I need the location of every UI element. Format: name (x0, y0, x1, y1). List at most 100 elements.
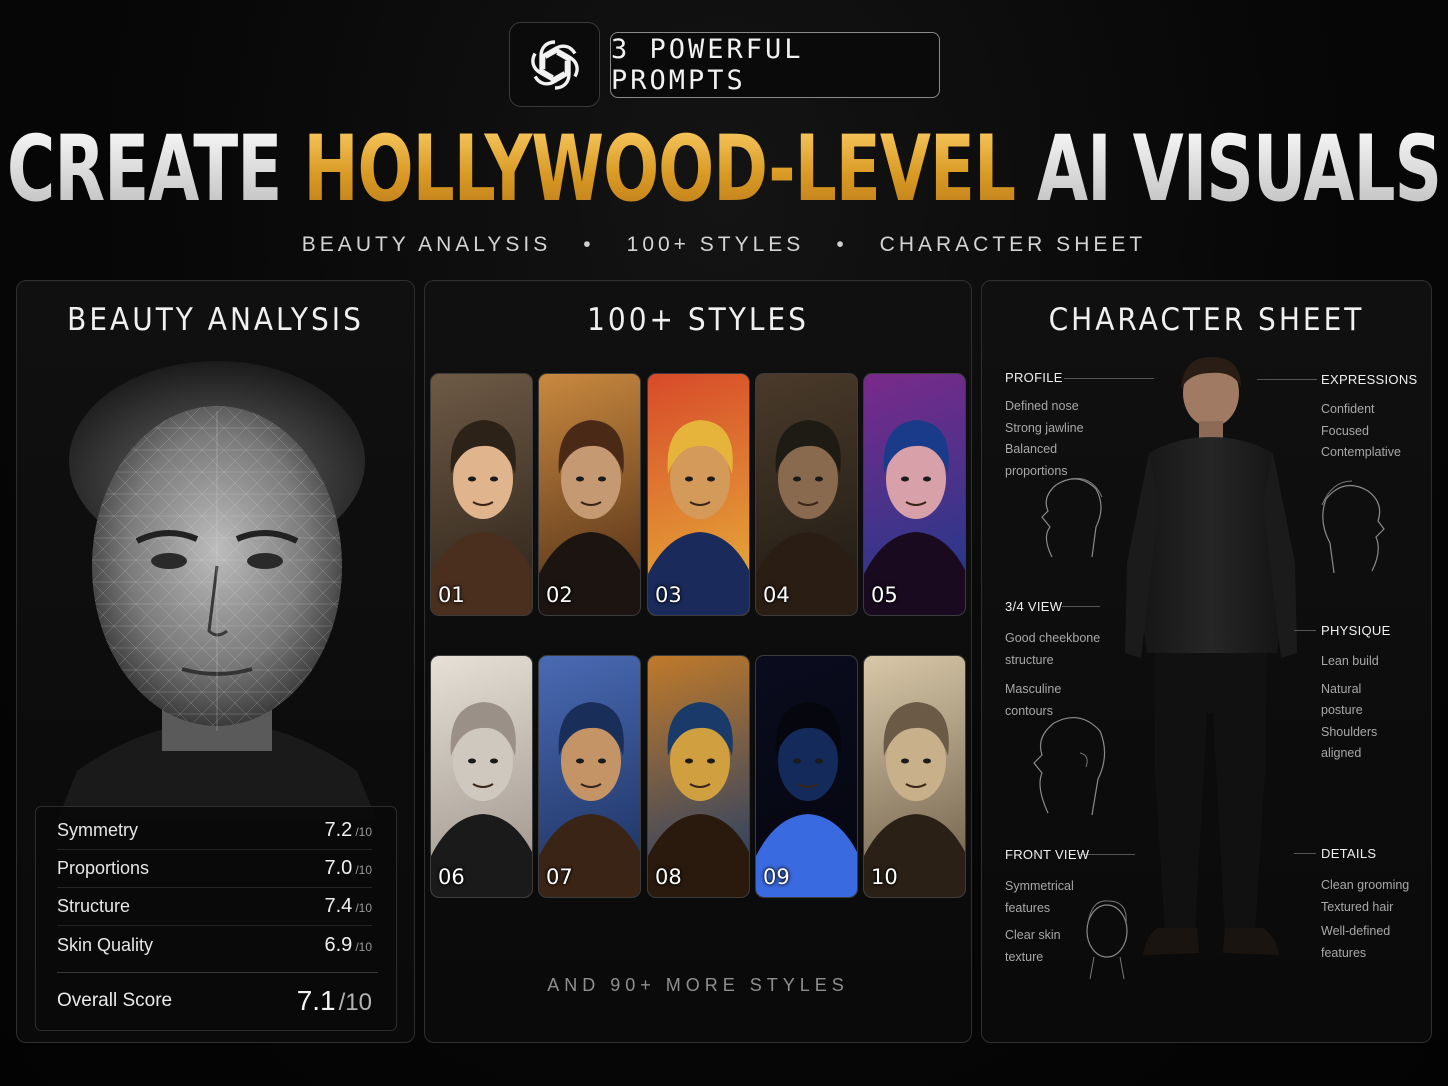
subtitle: BEAUTY ANALYSIS • 100+ STYLES • CHARACTER SH… (0, 233, 1448, 257)
score-value: 7.0 (324, 857, 353, 879)
profile-label: PROFILE (1005, 370, 1063, 385)
style-number: 08 (655, 865, 682, 889)
profile-notes: Defined nose Strong jawline Balanced pro… (1005, 396, 1084, 482)
expressions-label: EXPRESSIONS (1321, 372, 1418, 387)
connector-line (1064, 378, 1154, 379)
overall-max: /10 (338, 989, 372, 1016)
style-portrait (431, 702, 532, 897)
style-card-04[interactable]: 04 (755, 373, 858, 616)
details-label: DETAILS (1321, 846, 1377, 861)
physique-notes: Lean build Natural posture Shoulders ali… (1321, 651, 1379, 765)
score-max: /10 (355, 863, 372, 877)
style-number: 10 (871, 865, 898, 889)
score-max: /10 (355, 939, 372, 954)
physique-label: PHYSIQUE (1321, 623, 1391, 638)
score-label: Structure (57, 896, 131, 916)
note-line: Contemplative (1321, 445, 1401, 459)
score-label: Symmetry (57, 820, 138, 840)
note-line: structure (1005, 652, 1054, 667)
style-portrait (756, 702, 857, 897)
connector-line (1294, 853, 1316, 854)
note-line: Focused (1321, 423, 1369, 438)
openai-logo-icon (525, 39, 584, 90)
score-row-proportions: Proportions 7.0/10 (57, 850, 372, 888)
panel-title: CHARACTER SHEET (1048, 301, 1365, 338)
style-portrait (756, 420, 857, 615)
title-part-hollywood: HOLLYWOOD-LEVEL (303, 116, 1016, 223)
score-row-skin-quality: Skin Quality 6.9/10 (57, 926, 372, 964)
subtitle-item: CHARACTER SHEET (879, 233, 1147, 256)
note-line: Clean grooming (1321, 878, 1410, 892)
title-part-visuals: AI VISUALS (1037, 116, 1442, 223)
style-portrait (539, 702, 640, 897)
score-label: Skin Quality (57, 934, 154, 955)
overall-score-row: Overall Score 7.1/10 (57, 985, 372, 1017)
style-portrait (648, 702, 749, 897)
style-card-09[interactable]: 09 (755, 655, 858, 898)
note-line: Clear skin (1005, 928, 1061, 942)
expression-sketch (1321, 480, 1385, 574)
note-line: texture (1005, 949, 1044, 964)
score-row-structure: Structure 7.4/10 (57, 888, 372, 926)
score-value: 7.2 (324, 819, 353, 841)
note-line: proportions (1005, 463, 1068, 478)
note-line: Textured hair (1321, 899, 1394, 914)
note-line: Strong jawline (1005, 420, 1084, 435)
note-line: Lean build (1321, 654, 1379, 668)
connector-line (1257, 379, 1317, 380)
style-number: 04 (763, 583, 790, 607)
style-card-01[interactable]: 01 (430, 373, 533, 616)
style-number: 07 (546, 865, 573, 889)
style-portrait (431, 420, 532, 615)
style-portrait (864, 702, 965, 897)
score-row-symmetry: Symmetry 7.2/10 (57, 812, 372, 850)
more-styles-caption: AND 90+ MORE STYLES (547, 975, 849, 995)
subtitle-item: 100+ STYLES (626, 233, 805, 256)
score-value: 7.4 (324, 895, 353, 917)
score-label: Proportions (57, 858, 150, 878)
style-number: 05 (871, 583, 898, 607)
expressions-notes: Confident Focused Contemplative (1321, 399, 1401, 464)
panel-title: BEAUTY ANALYSIS (67, 301, 364, 338)
character-sheet-panel: CHARACTER SHEET PROFILE Defined nose Str… (981, 280, 1432, 1043)
style-number: 01 (438, 583, 465, 607)
note-line: Natural (1321, 681, 1362, 696)
note-line: aligned (1321, 746, 1362, 760)
front-view-label: FRONT VIEW (1005, 847, 1090, 862)
style-portrait (648, 420, 749, 615)
connector-line (1062, 606, 1100, 607)
face-mesh-portrait (37, 351, 397, 821)
note-line: Masculine (1005, 682, 1062, 696)
note-line: Good cheekbone (1005, 631, 1101, 645)
style-card-08[interactable]: 08 (647, 655, 750, 898)
style-card-02[interactable]: 02 (538, 373, 641, 616)
note-line: Symmetrical (1005, 879, 1074, 893)
three-quarter-label: 3/4 VIEW (1005, 599, 1063, 614)
note-line: Well-defined (1321, 924, 1391, 938)
beauty-analysis-panel: BEAUTY ANALYSIS Symmetry 7.2 /10 Proport… (16, 280, 415, 1043)
style-card-03[interactable]: 03 (647, 373, 750, 616)
score-card: Symmetry 7.2/10 Proportions 7.0/10 Struc… (35, 806, 397, 1031)
front-view-notes: Symmetrical features Clear skin texture (1005, 876, 1074, 968)
overall-label: Overall Score (57, 990, 173, 1011)
score-max: /10 (355, 825, 372, 839)
overall-value: 7.1 (296, 985, 336, 1016)
logo-container (509, 22, 600, 107)
note-line: features (1005, 900, 1051, 915)
note-line: features (1321, 945, 1367, 960)
score-max: /10 (355, 901, 372, 915)
style-card-10[interactable]: 10 (863, 655, 966, 898)
three-quarter-notes: Good cheekbone structure Masculine conto… (1005, 628, 1100, 722)
style-card-07[interactable]: 07 (538, 655, 641, 898)
style-card-06[interactable]: 06 (430, 655, 533, 898)
style-number: 02 (546, 583, 573, 607)
style-portrait (864, 420, 965, 615)
style-number: 06 (438, 865, 465, 889)
style-card-05[interactable]: 05 (863, 373, 966, 616)
style-number: 09 (763, 865, 790, 889)
subtitle-item: BEAUTY ANALYSIS (301, 233, 552, 256)
bullet-separator: • (836, 233, 848, 256)
note-line: Confident (1321, 402, 1375, 416)
title-part-create: CREATE (6, 116, 282, 223)
details-notes: Clean grooming Textured hair Well-define… (1321, 875, 1409, 964)
